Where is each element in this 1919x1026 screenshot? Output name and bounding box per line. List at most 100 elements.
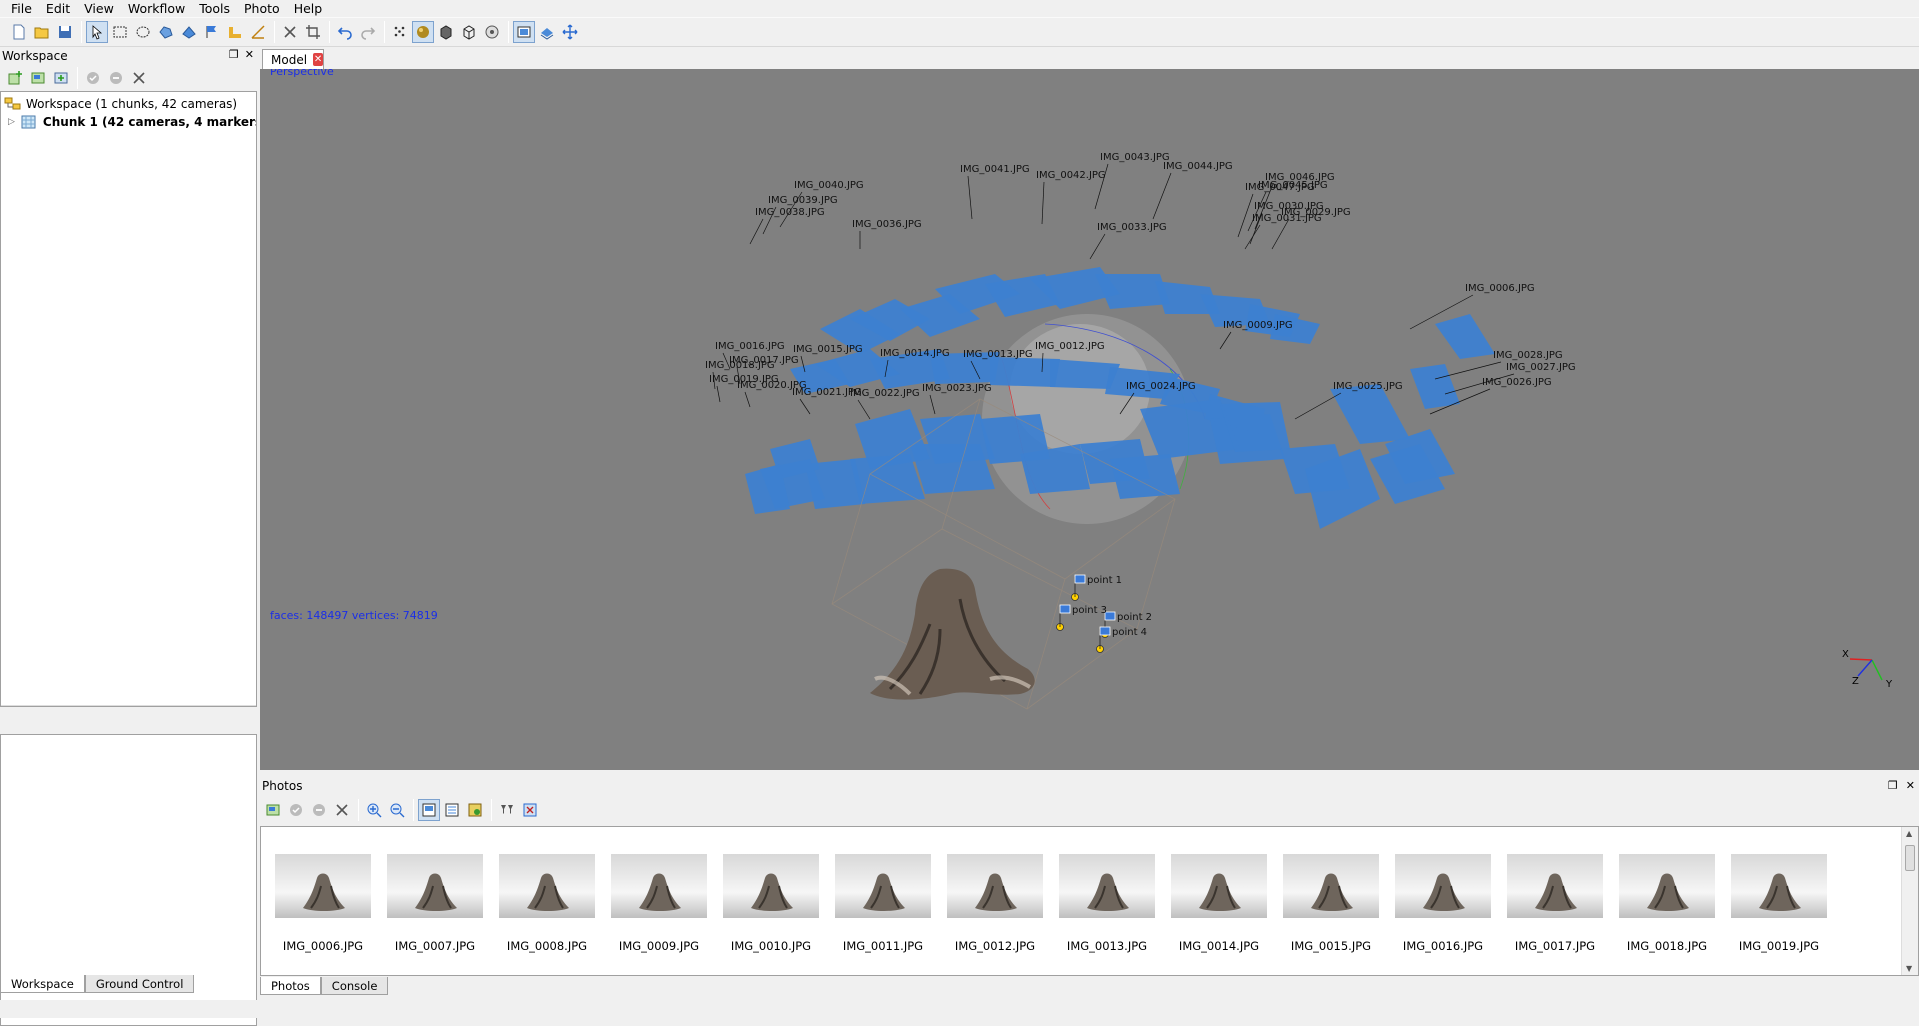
camera-label[interactable]: IMG_0026.JPG xyxy=(1482,377,1552,388)
add-chunk-icon[interactable] xyxy=(4,67,26,89)
thumbnail-view-icon[interactable] xyxy=(418,799,440,821)
workspace-hscrollbar[interactable]: ◀ ▶ xyxy=(1,705,256,706)
camera-label[interactable]: IMG_0039.JPG xyxy=(768,195,838,206)
camera-label[interactable]: IMG_0036.JPG xyxy=(852,219,922,230)
model-viewport[interactable]: IMG_0041.JPG IMG_0043.JPG IMG_0042.JPG IMG_… xyxy=(260,69,1919,770)
texture-icon[interactable] xyxy=(481,21,503,43)
undo-icon[interactable] xyxy=(334,21,356,43)
camera-plane[interactable] xyxy=(1410,364,1460,409)
disable-icon[interactable] xyxy=(308,799,330,821)
camera-plane[interactable] xyxy=(1435,314,1495,359)
expand-arrow-icon[interactable]: ▷ xyxy=(8,117,15,127)
menu-edit[interactable]: Edit xyxy=(39,0,77,17)
tree-item-chunk[interactable]: ▷ Chunk 1 (42 cameras, 4 markers, 2538 xyxy=(8,113,256,131)
new-icon[interactable] xyxy=(8,21,30,43)
scroll-thumb[interactable] xyxy=(1905,845,1915,871)
camera-label[interactable]: IMG_0047.JPG xyxy=(1245,182,1315,193)
ruler-icon[interactable] xyxy=(224,21,246,43)
scene-canvas[interactable]: IMG_0041.JPG IMG_0043.JPG IMG_0042.JPG IMG_… xyxy=(260,69,1919,770)
camera-label[interactable]: IMG_0023.JPG xyxy=(922,383,992,394)
float-icon[interactable]: ❐ xyxy=(229,49,239,61)
camera-label[interactable]: IMG_0038.JPG xyxy=(755,207,825,218)
marker-point[interactable]: point 1 xyxy=(1071,574,1123,601)
reset-filter-icon[interactable] xyxy=(519,799,541,821)
navigation-icon[interactable] xyxy=(86,21,108,43)
menu-tools[interactable]: Tools xyxy=(192,0,237,17)
tree-root-workspace[interactable]: Workspace (1 chunks, 42 cameras) xyxy=(4,95,237,113)
camera-label[interactable]: IMG_0006.JPG xyxy=(1465,283,1535,294)
view-angle-icon[interactable] xyxy=(247,21,269,43)
photo-thumbnail[interactable]: IMG_0010.JPG xyxy=(723,854,819,953)
tab-model[interactable]: Model ✕ xyxy=(262,49,324,69)
camera-label[interactable]: IMG_0015.JPG xyxy=(793,344,863,355)
menu-photo[interactable]: Photo xyxy=(237,0,287,17)
zoom-in-icon[interactable] xyxy=(363,799,385,821)
enable-icon[interactable] xyxy=(285,799,307,821)
close-icon[interactable]: ✕ xyxy=(245,49,254,61)
rect-select-icon[interactable] xyxy=(109,21,131,43)
camera-plane[interactable] xyxy=(980,414,1050,464)
shaded-icon[interactable] xyxy=(412,21,434,43)
tab-ground-control[interactable]: Ground Control xyxy=(84,975,195,993)
photo-thumbnail[interactable]: IMG_0018.JPG xyxy=(1619,854,1715,953)
save-icon[interactable] xyxy=(54,21,76,43)
tab-workspace[interactable]: Workspace xyxy=(0,975,85,993)
camera-label[interactable]: IMG_0012.JPG xyxy=(1035,341,1105,352)
wireframe-icon[interactable] xyxy=(458,21,480,43)
add-folder-icon[interactable] xyxy=(50,67,72,89)
scroll-down-icon[interactable]: ▼ xyxy=(1906,964,1912,973)
camera-label[interactable]: IMG_0014.JPG xyxy=(880,348,950,359)
photos-vscrollbar[interactable]: ▲ ▼ xyxy=(1901,827,1918,975)
camera-label[interactable]: IMG_0041.JPG xyxy=(960,164,1030,175)
photo-thumbnail[interactable]: IMG_0007.JPG xyxy=(387,854,483,953)
delete-icon[interactable] xyxy=(279,21,301,43)
camera-label[interactable]: IMG_0028.JPG xyxy=(1493,350,1563,361)
tab-photos[interactable]: Photos xyxy=(260,977,321,995)
camera-label[interactable]: IMG_0044.JPG xyxy=(1163,161,1233,172)
reset-view-icon[interactable] xyxy=(559,21,581,43)
camera-label[interactable]: IMG_0024.JPG xyxy=(1126,381,1196,392)
remove-icon[interactable] xyxy=(128,67,150,89)
photo-thumbnail[interactable]: IMG_0019.JPG xyxy=(1731,854,1827,953)
camera-plane[interactable] xyxy=(990,357,1060,387)
photo-thumbnail[interactable]: IMG_0014.JPG xyxy=(1171,854,1267,953)
scroll-up-icon[interactable]: ▲ xyxy=(1906,829,1912,838)
camera-plane[interactable] xyxy=(1110,454,1180,499)
zoom-out-icon[interactable] xyxy=(386,799,408,821)
camera-label[interactable]: IMG_0033.JPG xyxy=(1097,222,1167,233)
circle-select-icon[interactable] xyxy=(132,21,154,43)
detail-view-icon[interactable] xyxy=(441,799,463,821)
camera-label[interactable]: IMG_0031.JPG xyxy=(1252,213,1322,224)
open-icon[interactable] xyxy=(31,21,53,43)
menu-workflow[interactable]: Workflow xyxy=(121,0,192,17)
photo-thumbnail[interactable]: IMG_0012.JPG xyxy=(947,854,1043,953)
camera-label[interactable]: IMG_0016.JPG xyxy=(715,341,785,352)
point-cloud-icon[interactable] xyxy=(389,21,411,43)
photo-thumbnail[interactable]: IMG_0015.JPG xyxy=(1283,854,1379,953)
add-photos-icon[interactable] xyxy=(262,799,284,821)
mask-icon[interactable] xyxy=(464,799,486,821)
tab-console[interactable]: Console xyxy=(320,977,389,995)
close-icon[interactable]: ✕ xyxy=(1906,779,1915,792)
camera-label[interactable]: IMG_0018.JPG xyxy=(705,360,775,371)
disable-icon[interactable] xyxy=(105,67,127,89)
close-tab-icon[interactable]: ✕ xyxy=(313,53,323,66)
free-select-icon[interactable] xyxy=(155,21,177,43)
photo-thumbnail[interactable]: IMG_0006.JPG xyxy=(275,854,371,953)
enable-icon[interactable] xyxy=(82,67,104,89)
remove-icon[interactable] xyxy=(331,799,353,821)
solid-icon[interactable] xyxy=(435,21,457,43)
marker-icon[interactable] xyxy=(201,21,223,43)
photo-thumbnail[interactable]: IMG_0016.JPG xyxy=(1395,854,1491,953)
photo-thumbnail[interactable]: IMG_0008.JPG xyxy=(499,854,595,953)
photo-thumbnail[interactable]: IMG_0011.JPG xyxy=(835,854,931,953)
float-icon[interactable]: ❐ xyxy=(1888,779,1898,792)
camera-plane[interactable] xyxy=(1280,444,1350,494)
photo-thumbnail[interactable]: IMG_0009.JPG xyxy=(611,854,707,953)
menu-file[interactable]: File xyxy=(4,0,39,17)
camera-label[interactable]: IMG_0042.JPG xyxy=(1036,170,1106,181)
camera-label[interactable]: IMG_0043.JPG xyxy=(1100,152,1170,163)
filter-icon[interactable] xyxy=(496,799,518,821)
camera-label[interactable]: IMG_0040.JPG xyxy=(794,180,864,191)
camera-label[interactable]: IMG_0009.JPG xyxy=(1223,320,1293,331)
